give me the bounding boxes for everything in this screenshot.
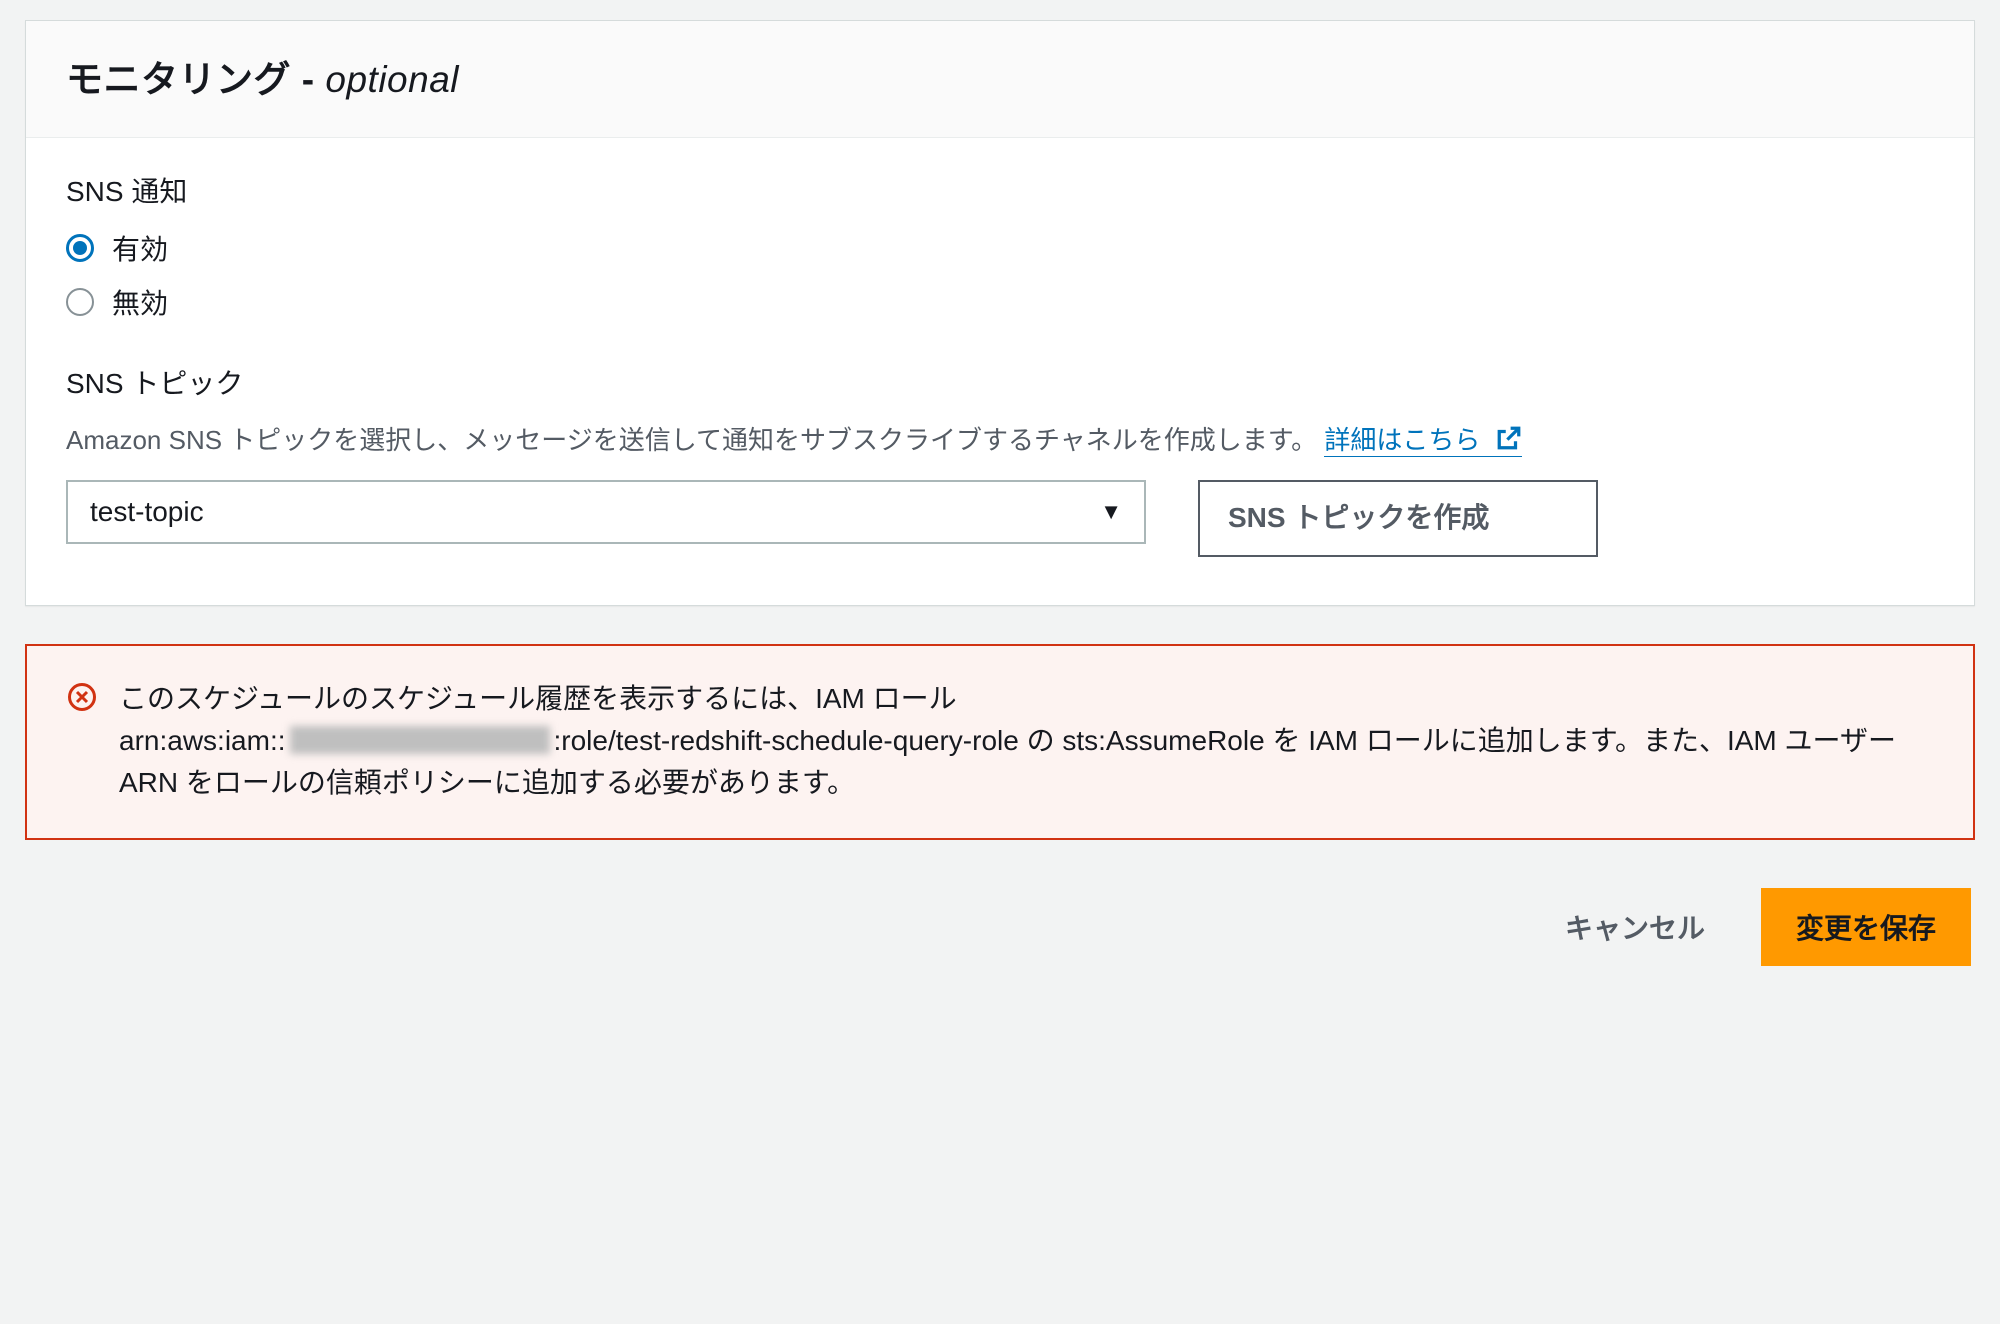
sns-topic-description: Amazon SNS トピックを選択し、メッセージを送信して通知をサブスクライブ… [66,425,1317,455]
save-button[interactable]: 変更を保存 [1761,888,1971,966]
caret-down-icon: ▼ [1100,499,1122,525]
error-alert: このスケジュールのスケジュール履歴を表示するには、IAM ロール arn:aws… [25,644,1975,840]
learn-more-link[interactable]: 詳細はこちら [1324,425,1521,457]
cancel-button[interactable]: キャンセル [1545,888,1725,966]
cancel-label: キャンセル [1565,913,1705,944]
panel-title: モニタリング - optional [66,49,1934,103]
alert-arn-prefix: arn:aws:iam:: [119,725,286,756]
sns-topic-label: SNS トピック [66,362,1934,402]
radio-disabled-label: 無効 [112,282,168,322]
sns-topic-selected-value: test-topic [90,496,204,528]
panel-title-main: モニタリング [66,59,291,100]
sns-topic-description-row: Amazon SNS トピックを選択し、メッセージを送信して通知をサブスクライブ… [66,420,1934,458]
radio-enabled[interactable]: 有効 [66,228,1934,268]
sns-notify-label: SNS 通知 [66,170,1934,210]
panel-header: モニタリング - optional [26,21,1974,138]
save-label: 変更を保存 [1796,913,1936,944]
alert-arn-redacted [290,726,550,754]
radio-disabled[interactable]: 無効 [66,282,1934,322]
sns-topic-select[interactable]: test-topic ▼ [66,480,1146,544]
create-sns-topic-label: SNS トピックを作成 [1228,502,1489,533]
radio-icon [66,288,94,316]
radio-icon [66,234,94,262]
sns-notify-radio-group: 有効 無効 [66,228,1934,322]
error-icon [67,682,97,717]
learn-more-text: 詳細はこちら [1324,425,1480,455]
panel-title-optional: optional [325,59,459,100]
panel-title-sep: - [291,59,325,100]
alert-text: このスケジュールのスケジュール履歴を表示するには、IAM ロール arn:aws… [119,678,1933,804]
panel-body: SNS 通知 有効 無効 SNS トピック Amazon SNS トピックを選択… [26,138,1974,605]
external-link-icon [1496,425,1522,458]
create-sns-topic-button[interactable]: SNS トピックを作成 [1198,480,1598,557]
footer-actions: キャンセル 変更を保存 [25,888,1975,966]
sns-topic-controls: test-topic ▼ SNS トピックを作成 [66,480,1934,557]
radio-enabled-label: 有効 [112,228,168,268]
monitoring-panel: モニタリング - optional SNS 通知 有効 無効 SNS トピック … [25,20,1975,606]
alert-line1: このスケジュールのスケジュール履歴を表示するには、IAM ロール [119,683,957,714]
alert-arn-suffix: :role/test-redshift-schedule-query-role [554,725,1019,756]
